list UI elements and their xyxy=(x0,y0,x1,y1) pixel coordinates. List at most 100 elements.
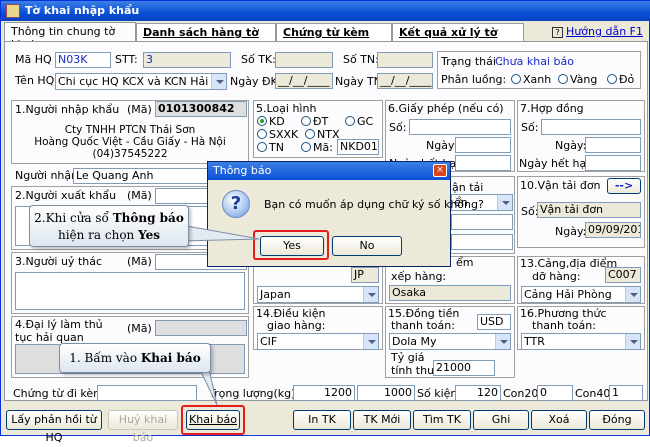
chevron-down-icon xyxy=(497,195,512,210)
luong-vang[interactable]: Vàng xyxy=(558,73,597,86)
loai-hinh-gc[interactable]: GC xyxy=(345,115,373,128)
step1-callout: 1. Bấm vào Khai báo xyxy=(59,343,211,373)
giay-phep-ngay-input[interactable] xyxy=(455,137,511,153)
hop-dong-so-label: Số: xyxy=(521,121,539,134)
chevron-down-icon xyxy=(363,287,378,302)
ngay-dk-input: __/__/____ xyxy=(275,73,333,89)
question-icon: ? xyxy=(222,190,250,218)
giay-phep-hethan-input[interactable] xyxy=(455,155,511,171)
hop-dong-ngay-input[interactable] xyxy=(585,137,641,153)
confirm-dialog: Thông báo × ? Bạn có muốn áp dụng chữ ký… xyxy=(207,161,484,267)
so-tn-input xyxy=(377,52,433,68)
van-tai-don-arrow-button[interactable]: --> xyxy=(607,178,641,194)
exporter-ma-label: (Mã) xyxy=(127,189,152,202)
van-tai-don-ngay-input[interactable]: 09/09/2011 xyxy=(585,222,641,238)
cang-do-select[interactable]: Cảng Hải Phòng xyxy=(521,286,641,303)
loai-hinh-ma-input[interactable]: NKD01 xyxy=(337,139,379,155)
callout-pointer-2 xyxy=(181,224,260,242)
trong-luong2-input[interactable]: 1000 xyxy=(357,385,415,401)
ty-gia-label: Tỷ giá xyxy=(391,351,425,364)
step2-callout: 2.Khi cửa sổ Thông báo hiện ra chọn Yes xyxy=(29,205,189,247)
cang-xep-input[interactable]: Osaka xyxy=(389,285,511,301)
cang-do-code-input[interactable]: C007 xyxy=(605,267,641,283)
chevron-down-icon xyxy=(625,287,640,302)
loai-hinh-ntx[interactable]: NTX xyxy=(305,128,339,141)
radio-icon xyxy=(301,116,311,126)
nuoc-xuat-code-input[interactable]: JP xyxy=(351,267,379,283)
in-tk-button[interactable]: In TK xyxy=(293,410,351,430)
tab-general-info[interactable]: Thông tin chung tờ khai xyxy=(4,22,136,51)
con40-input[interactable]: 1 xyxy=(609,385,643,401)
agent-label: 4.Đại lý làm thủ tục hải quan xyxy=(15,318,103,344)
loai-hinh-kd[interactable]: KD xyxy=(257,115,285,128)
chevron-down-icon xyxy=(211,74,226,89)
so-tn-label: Số TN: xyxy=(343,53,379,66)
exporter-ma-input[interactable] xyxy=(155,188,211,204)
help-link[interactable]: ? Hướng dẫn F1 xyxy=(552,25,643,38)
van-tai-ngay-input[interactable] xyxy=(451,234,513,250)
loai-hinh-ma[interactable]: Mã: xyxy=(301,141,333,154)
stt-label: STT: xyxy=(115,53,138,66)
chevron-down-icon xyxy=(363,334,378,349)
tab-goods-list[interactable]: Danh sách hàng tờ khai xyxy=(136,23,276,52)
luong-xanh[interactable]: Xanh xyxy=(511,73,551,86)
cang-do-label2: dỡ hàng: xyxy=(532,270,581,283)
ty-gia-input[interactable]: 21000 xyxy=(433,360,495,376)
importer-ma-input[interactable]: 0101300842 xyxy=(155,101,247,117)
trong-luong-input[interactable]: 1200 xyxy=(293,385,355,401)
dong-tien-select[interactable]: Dola My xyxy=(389,333,511,350)
luong-do[interactable]: Đỏ xyxy=(607,73,634,86)
phuong-thuc-select[interactable]: TTR xyxy=(521,333,641,350)
con20-input[interactable]: 0 xyxy=(537,385,573,401)
dong-tien-label2: thanh toán: xyxy=(391,319,455,332)
radio-icon xyxy=(607,74,617,84)
nguoi-nhan-input[interactable]: Le Quang Anh xyxy=(73,168,213,184)
hop-dong-so-input[interactable] xyxy=(541,119,641,135)
chevron-down-icon xyxy=(495,334,510,349)
so-tk-input xyxy=(275,52,333,68)
ten-hq-select[interactable]: Chi cục HQ KCX và KCN Hải Phòn xyxy=(55,73,227,90)
ghi-button[interactable]: Ghi xyxy=(473,410,529,430)
radio-icon xyxy=(257,129,267,139)
stt-input: 3 xyxy=(143,52,231,68)
ten-hq-label: Tên HQ xyxy=(15,74,55,87)
ma-hq-input[interactable]: N03K xyxy=(55,52,111,68)
khai-bao-highlight xyxy=(181,405,245,435)
trustee-info-input[interactable] xyxy=(15,272,245,310)
tab-processing-result[interactable]: Kết quả xử lý tờ khai xyxy=(392,23,524,52)
giay-phep-so-input[interactable] xyxy=(409,119,511,135)
radio-icon xyxy=(511,74,521,84)
no-button[interactable]: No xyxy=(332,236,402,256)
loai-hinh-tn[interactable]: TN xyxy=(257,141,284,154)
radio-icon xyxy=(301,142,311,152)
so-kien-input[interactable]: 120 xyxy=(455,385,501,401)
dialog-message: Bạn có muốn áp dụng chữ ký số không? xyxy=(264,198,484,211)
van-tai-don-so-input[interactable]: Vận tải đơn xyxy=(537,202,641,218)
app-icon xyxy=(6,4,20,18)
loai-hinh-dt[interactable]: ĐT xyxy=(301,115,328,128)
close-icon[interactable]: × xyxy=(433,164,447,177)
huy-khai-bao-button[interactable]: Huỷ khai báo xyxy=(108,410,178,444)
tim-tk-button[interactable]: Tìm TK xyxy=(413,410,471,430)
step2-line2: hiện ra chọn Yes xyxy=(57,228,161,242)
lay-phan-hoi-button[interactable]: Lấy phản hồi từ HQ xyxy=(6,410,102,444)
trustee-ma-label: (Mã) xyxy=(127,255,152,268)
tk-moi-button[interactable]: TK Mới xyxy=(353,410,411,430)
dong-tien-code-input[interactable]: USD xyxy=(477,314,511,330)
dieu-kien-select[interactable]: CIF xyxy=(257,333,379,350)
trong-luong-label: Trọng lượng(kg): xyxy=(209,387,300,400)
tab-attachments[interactable]: Chứng từ kèm theo xyxy=(276,23,392,52)
dong-button[interactable]: Đóng xyxy=(589,410,645,430)
loai-hinh-sxxk[interactable]: SXXK xyxy=(257,128,298,141)
chung-tu-input[interactable] xyxy=(97,385,197,401)
hop-dong-hethan-input[interactable] xyxy=(585,155,641,171)
radio-icon xyxy=(558,74,568,84)
van-tai-label: ận tải xyxy=(452,181,484,194)
dieu-kien-label2: giao hàng: xyxy=(267,319,326,332)
agent-ma-input[interactable] xyxy=(155,320,247,336)
ma-hq-label: Mã HQ xyxy=(15,53,52,66)
xoa-button[interactable]: Xoá xyxy=(531,410,587,430)
phan-luong-label: Phân luồng: xyxy=(441,73,507,86)
van-tai-so-input[interactable] xyxy=(451,214,513,230)
nuoc-xuat-select[interactable]: Japan xyxy=(257,286,379,303)
